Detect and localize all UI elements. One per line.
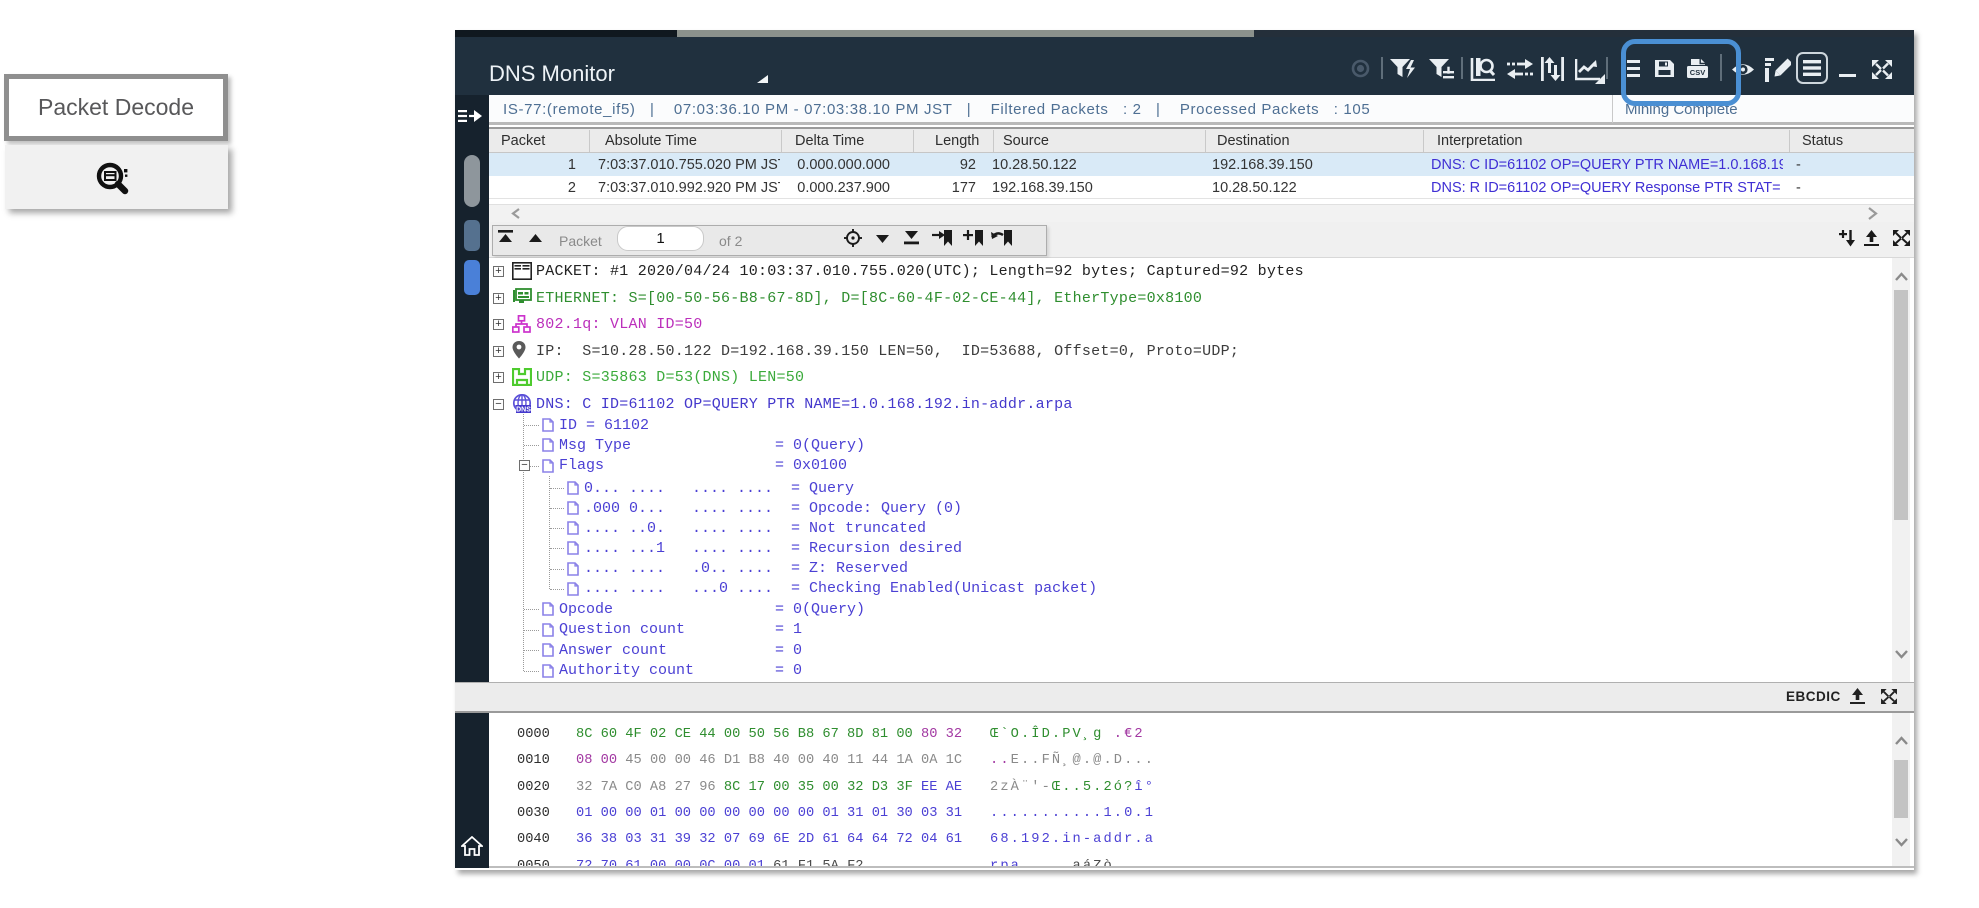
svg-text:DNS: DNS — [516, 407, 531, 414]
